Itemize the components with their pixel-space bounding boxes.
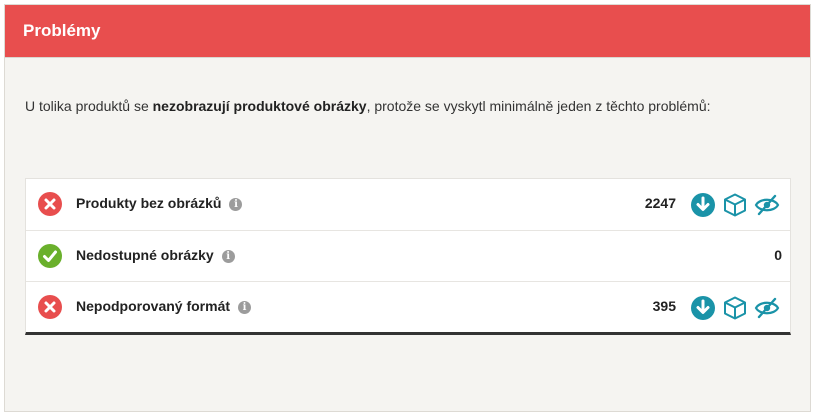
eye-slash-icon[interactable] bbox=[754, 192, 780, 218]
row-label: Produkty bez obrázků i bbox=[76, 195, 243, 211]
cube-icon[interactable] bbox=[722, 192, 748, 218]
problems-panel: Problémy U tolika produktů se nezobrazuj… bbox=[4, 4, 811, 412]
eye-slash-icon[interactable] bbox=[754, 295, 780, 321]
panel-title: Problémy bbox=[5, 5, 810, 58]
download-icon[interactable] bbox=[690, 192, 716, 218]
table-row: Nepodporovaný formát i 395 bbox=[26, 281, 790, 332]
check-circle-icon bbox=[38, 244, 62, 268]
row-label: Nedostupné obrázky i bbox=[76, 247, 235, 263]
row-label-text: Produkty bez obrázků bbox=[76, 195, 222, 211]
download-icon[interactable] bbox=[690, 295, 716, 321]
row-label-text: Nepodporovaný formát bbox=[76, 298, 231, 314]
row-count: 0 bbox=[774, 247, 782, 263]
row-label-text: Nedostupné obrázky bbox=[76, 247, 214, 263]
intro-bold: nezobrazují produktové obrázky bbox=[152, 98, 367, 114]
intro-suffix: , protože se vyskytl minimálně jeden z t… bbox=[366, 98, 711, 114]
row-count: 2247 bbox=[644, 195, 676, 211]
x-circle-icon bbox=[38, 192, 62, 216]
table-row: Nedostupné obrázky i 0 bbox=[26, 230, 790, 281]
info-icon[interactable]: i bbox=[238, 301, 252, 314]
row-count: 395 bbox=[652, 298, 676, 314]
table-row: Produkty bez obrázků i 2247 bbox=[26, 179, 790, 230]
intro-prefix: U tolika produktů se bbox=[25, 98, 153, 114]
x-circle-icon bbox=[38, 295, 62, 319]
intro-text: U tolika produktů se nezobrazují produkt… bbox=[25, 98, 711, 114]
info-icon[interactable]: i bbox=[229, 198, 243, 211]
row-actions bbox=[690, 192, 780, 217]
info-icon[interactable]: i bbox=[221, 250, 235, 263]
cube-icon[interactable] bbox=[722, 295, 748, 321]
problems-table: Produkty bez obrázků i 2247 Nedostupné ob… bbox=[25, 178, 791, 335]
row-actions bbox=[690, 295, 780, 320]
row-label: Nepodporovaný formát i bbox=[76, 298, 252, 314]
